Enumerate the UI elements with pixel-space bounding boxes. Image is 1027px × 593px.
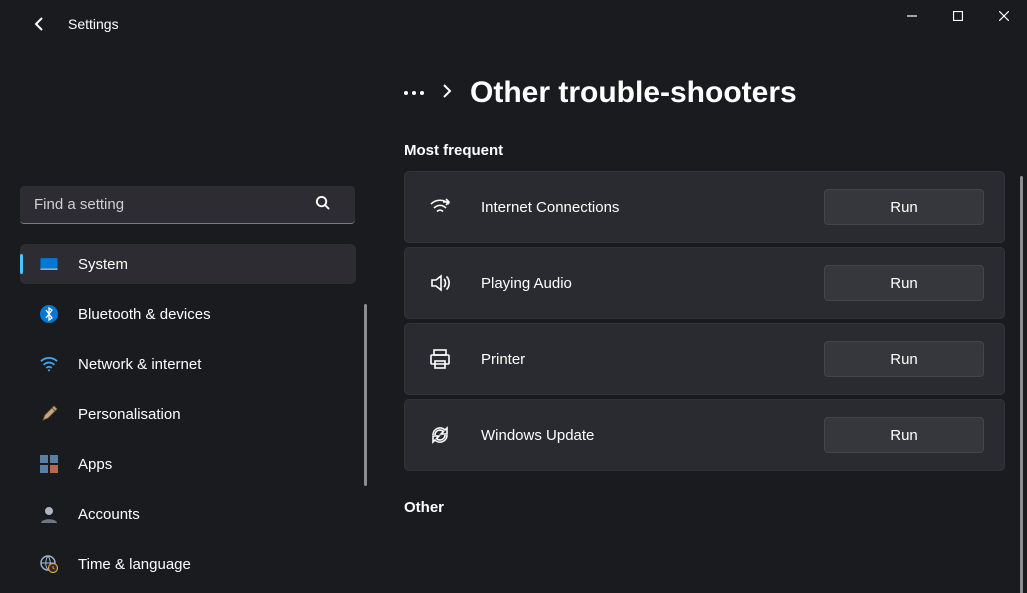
globe-clock-icon [38, 553, 60, 575]
sidebar-item-accounts[interactable]: Accounts [20, 494, 356, 534]
page-title: Other trouble-shooters [470, 76, 797, 110]
breadcrumb-more-icon[interactable] [404, 91, 424, 95]
app-title: Settings [68, 16, 119, 32]
back-button[interactable] [20, 4, 60, 44]
search-icon [315, 195, 330, 215]
close-button[interactable] [981, 0, 1027, 32]
run-button-audio[interactable]: Run [824, 265, 984, 301]
main-scrollbar[interactable] [1020, 176, 1023, 593]
sidebar-item-label: Network & internet [78, 356, 201, 373]
section-label-other: Other [404, 499, 1005, 516]
troubleshooter-internet-connections: Internet Connections Run [404, 171, 1005, 243]
troubleshooter-windows-update: Windows Update Run [404, 399, 1005, 471]
sidebar-scrollbar[interactable] [364, 304, 367, 486]
apps-icon [38, 453, 60, 475]
brush-icon [38, 403, 60, 425]
sync-icon [427, 422, 453, 448]
sidebar-item-time-language[interactable]: Time & language [20, 544, 356, 584]
sidebar-item-label: System [78, 256, 128, 273]
run-button-internet[interactable]: Run [824, 189, 984, 225]
speaker-icon [427, 270, 453, 296]
sidebar-item-network[interactable]: Network & internet [20, 344, 356, 384]
run-button-windows-update[interactable]: Run [824, 417, 984, 453]
troubleshooter-label: Internet Connections [481, 199, 824, 216]
sidebar-nav: System Bluetooth & devices Network & int… [20, 244, 356, 584]
window-controls [889, 0, 1027, 32]
troubleshooter-printer: Printer Run [404, 323, 1005, 395]
troubleshooter-label: Windows Update [481, 427, 824, 444]
section-label-most-frequent: Most frequent [404, 142, 1005, 159]
sidebar-item-label: Accounts [78, 506, 140, 523]
search-input[interactable] [20, 186, 355, 224]
titlebar: Settings [0, 0, 1027, 48]
account-icon [38, 503, 60, 525]
sidebar-item-system[interactable]: System [20, 244, 356, 284]
sidebar-item-label: Personalisation [78, 406, 181, 423]
troubleshooter-playing-audio: Playing Audio Run [404, 247, 1005, 319]
bluetooth-icon [38, 303, 60, 325]
minimize-button[interactable] [889, 0, 935, 32]
monitor-icon [38, 253, 60, 275]
breadcrumb: Other trouble-shooters [404, 76, 1005, 110]
troubleshooter-label: Printer [481, 351, 824, 368]
wifi-arrow-icon [427, 194, 453, 220]
sidebar-item-personalisation[interactable]: Personalisation [20, 394, 356, 434]
sidebar-item-bluetooth[interactable]: Bluetooth & devices [20, 294, 356, 334]
sidebar-item-label: Bluetooth & devices [78, 306, 211, 323]
printer-icon [427, 346, 453, 372]
sidebar-item-label: Apps [78, 456, 112, 473]
maximize-button[interactable] [935, 0, 981, 32]
wifi-icon [38, 353, 60, 375]
run-button-printer[interactable]: Run [824, 341, 984, 377]
chevron-right-icon [442, 84, 452, 103]
sidebar-item-label: Time & language [78, 556, 191, 573]
main-content: Other trouble-shooters Most frequent Int… [370, 48, 1027, 593]
troubleshooter-label: Playing Audio [481, 275, 824, 292]
sidebar-item-apps[interactable]: Apps [20, 444, 356, 484]
search-field[interactable] [20, 186, 362, 224]
sidebar: System Bluetooth & devices Network & int… [0, 48, 370, 593]
